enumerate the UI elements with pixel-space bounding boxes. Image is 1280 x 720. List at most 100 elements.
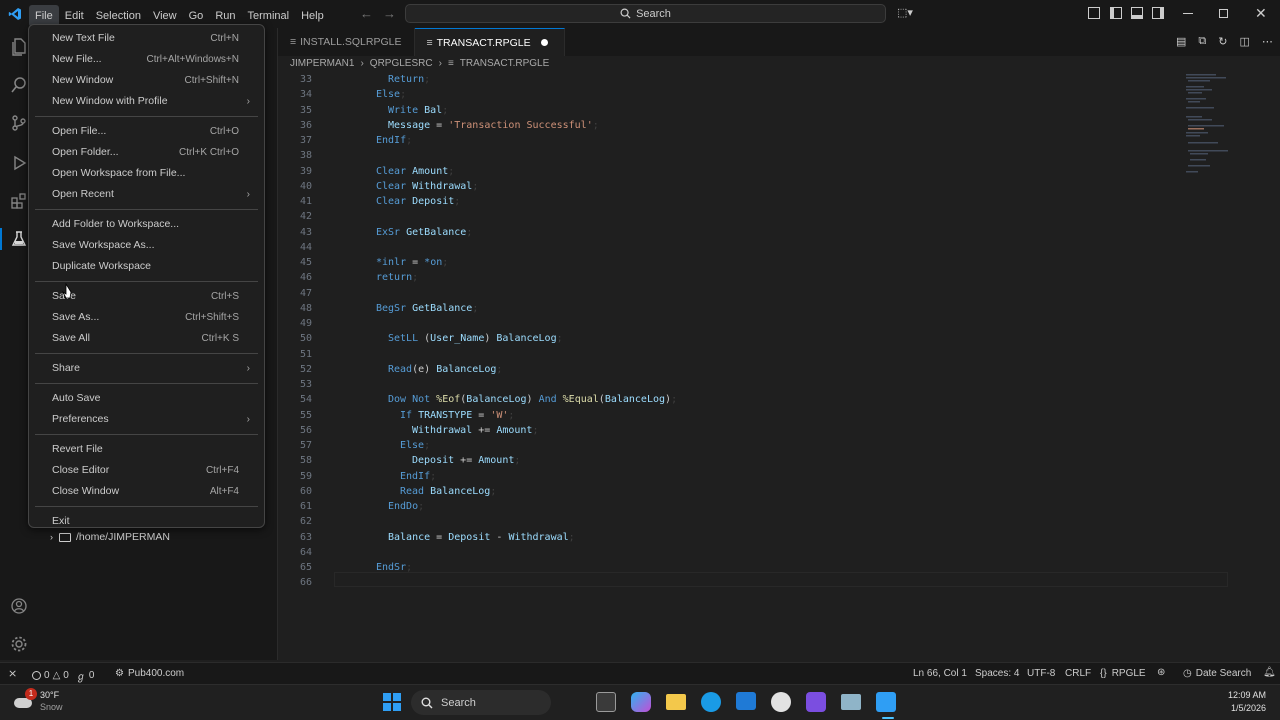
date-search[interactable]: ◷ Date Search: [1183, 668, 1251, 679]
code-token: Amount: [478, 455, 515, 467]
indentation[interactable]: Spaces: 4: [975, 668, 1019, 679]
code-editor[interactable]: 33 Return; 34 Else; 35 Write Bal; 36 Message = …: [278, 72, 1280, 660]
menu-item-new-text-file[interactable]: New Text File Ctrl+N: [29, 28, 264, 48]
menu-item-preferences[interactable]: Preferences ›: [29, 409, 264, 429]
search-icon[interactable]: [8, 74, 30, 96]
menu-separator: [35, 506, 258, 507]
code-token: BalanceLog: [436, 363, 497, 375]
menu-item-open-folder[interactable]: Open Folder... Ctrl+K Ctrl+O: [29, 142, 264, 162]
menu-item-revert-file[interactable]: Revert File: [29, 439, 264, 459]
tab-transact-rpgle[interactable]: ≡ TRANSACT.RPGLE: [414, 28, 565, 56]
code-token: ;: [568, 531, 575, 543]
copilot-app-icon[interactable]: [631, 692, 651, 712]
explorer-icon[interactable]: [8, 36, 30, 58]
encoding[interactable]: UTF-8: [1027, 668, 1055, 679]
source-control-icon[interactable]: [8, 112, 30, 134]
refresh-icon[interactable]: ↻: [1218, 35, 1227, 48]
compare-icon[interactable]: ⧉: [1198, 35, 1206, 48]
line-ending[interactable]: CRLF: [1065, 668, 1091, 679]
menu-item-auto-save[interactable]: Auto Save: [29, 388, 264, 408]
copilot-status-icon[interactable]: ⊛: [1157, 667, 1165, 678]
tab-install-sqlrpgle[interactable]: ≡ INSTALL.SQLRPGLE: [278, 28, 415, 56]
close-window-icon[interactable]: ✕: [1255, 5, 1267, 22]
code-token: ;: [466, 226, 473, 238]
menu-item-save-workspace-as[interactable]: Save Workspace As...: [29, 235, 264, 255]
command-center-search[interactable]: Search: [405, 4, 886, 23]
menu-separator: [35, 434, 258, 435]
language-mode[interactable]: {} RPGLE: [1100, 668, 1146, 679]
breadcrumb-item[interactable]: JIMPERMAN1: [290, 58, 354, 72]
menu-item-new-window[interactable]: New Window Ctrl+Shift+N: [29, 70, 264, 90]
menu-item-duplicate-workspace[interactable]: Duplicate Workspace: [29, 256, 264, 276]
forward-arrow-icon[interactable]: →: [383, 6, 396, 21]
code-token: 'Transaction Successful': [448, 119, 593, 131]
minimap[interactable]: [1182, 72, 1238, 182]
code-line: EndDo;: [388, 499, 424, 514]
notifications-bell-icon[interactable]: 🔔︎: [1263, 667, 1276, 678]
copilot-icon[interactable]: ⬚▾: [897, 6, 913, 19]
menu-item-share[interactable]: Share ›: [29, 358, 264, 378]
layout-customize-icon[interactable]: [1088, 7, 1100, 19]
cursor-position[interactable]: Ln 66, Col 1: [913, 668, 967, 679]
problems-indicator[interactable]: 0 △ 0 ℊ 0: [32, 668, 94, 683]
code-line: Read(e) BalanceLog;: [388, 362, 502, 377]
open-preview-icon[interactable]: ▤: [1176, 35, 1186, 48]
menu-item-close-editor[interactable]: Close Editor Ctrl+F4: [29, 460, 264, 480]
menu-item-save-as[interactable]: Save As... Ctrl+Shift+S: [29, 307, 264, 327]
vscode-taskbar-icon[interactable]: [876, 692, 896, 712]
breadcrumb-item[interactable]: QRPGLESRC: [370, 58, 433, 72]
menu-item-close-window[interactable]: Close Window Alt+F4: [29, 481, 264, 501]
menu-item-open-workspace-from-file[interactable]: Open Workspace from File...: [29, 163, 264, 183]
sidebar-tree-item-home[interactable]: › /home/JIMPERMAN: [50, 531, 170, 543]
line-number: 36: [299, 119, 312, 131]
run-debug-icon[interactable]: [8, 152, 30, 174]
restore-window-icon[interactable]: [1219, 9, 1228, 18]
more-actions-icon[interactable]: ⋯: [1262, 35, 1273, 48]
toggle-secondary-sidebar-icon[interactable]: [1152, 7, 1164, 19]
connection-indicator[interactable]: ⚙ Pub400.com: [115, 668, 184, 679]
modified-dot-icon[interactable]: [540, 39, 548, 46]
menu-item-exit[interactable]: Exit: [29, 511, 264, 531]
breadcrumb-item[interactable]: TRANSACT.RPGLE: [460, 58, 549, 72]
system-clock[interactable]: 12:09 AM 1/5/2026: [1210, 689, 1266, 715]
back-arrow-icon[interactable]: ←: [360, 6, 373, 21]
menu-item-new-window-with-profile[interactable]: New Window with Profile ›: [29, 91, 264, 111]
menu-item-label: Exit: [52, 515, 70, 527]
settings-gear-icon[interactable]: [8, 633, 30, 655]
taskbar-search-box[interactable]: Search: [411, 690, 551, 715]
extensions-icon[interactable]: [8, 190, 30, 212]
menu-item-open-recent[interactable]: Open Recent ›: [29, 184, 264, 204]
minimize-window-icon[interactable]: [1183, 13, 1193, 14]
weather-widget[interactable]: 1 30°F Snow: [12, 688, 63, 713]
ibm-i-icon[interactable]: [8, 228, 30, 250]
folder-icon: [59, 532, 71, 542]
line-number: 45: [299, 257, 312, 268]
menu-help[interactable]: Help: [295, 5, 330, 27]
menu-item-label: Open File...: [52, 125, 107, 137]
taskbar-search-label: Search: [441, 696, 476, 709]
store-icon[interactable]: [736, 692, 756, 710]
remote-desktop-icon[interactable]: [841, 694, 861, 710]
code-token: ;: [400, 89, 407, 101]
edge-browser-icon[interactable]: [701, 692, 721, 712]
menu-item-save-all[interactable]: Save All Ctrl+K S: [29, 328, 264, 348]
error-icon: [32, 671, 41, 680]
code-token: (e): [412, 363, 437, 375]
menu-item-label: Open Workspace from File...: [52, 167, 186, 179]
menu-item-new-file[interactable]: New File... Ctrl+Alt+Windows+N: [29, 49, 264, 69]
code-token: EndIf: [376, 135, 407, 146]
remote-indicator-icon[interactable]: ⨯: [8, 667, 17, 680]
windows-start-icon[interactable]: [383, 693, 401, 711]
split-editor-icon[interactable]: ◫: [1239, 35, 1249, 48]
app-icon[interactable]: [771, 692, 791, 712]
file-explorer-icon[interactable]: [666, 694, 686, 710]
task-view-icon[interactable]: [596, 692, 616, 712]
menu-item-add-folder-to-workspace[interactable]: Add Folder to Workspace...: [29, 214, 264, 234]
toggle-sidebar-icon[interactable]: [1110, 7, 1122, 19]
clipchamp-icon[interactable]: [806, 692, 826, 712]
menu-item-label: Open Recent: [52, 188, 114, 200]
toggle-panel-icon[interactable]: [1131, 7, 1143, 19]
menu-item-open-file[interactable]: Open File... Ctrl+O: [29, 121, 264, 141]
line-number: 65: [299, 562, 312, 573]
account-icon[interactable]: [8, 595, 30, 617]
